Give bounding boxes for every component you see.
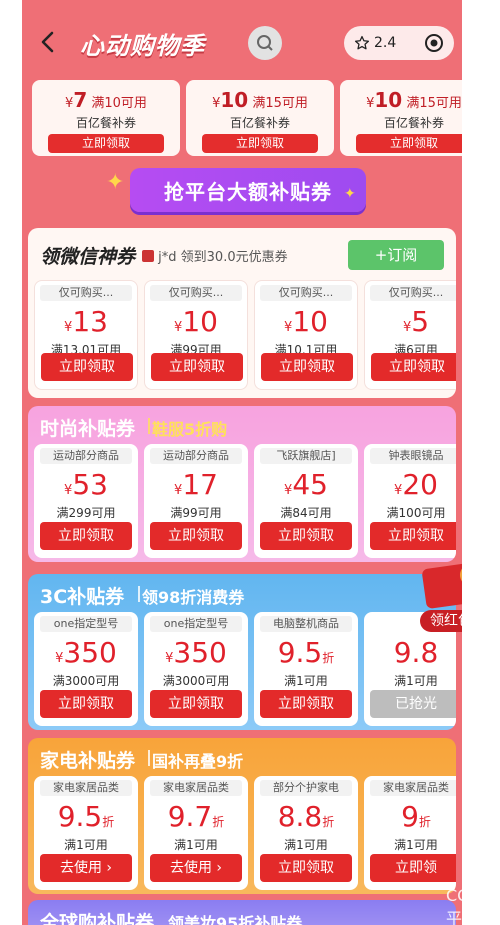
app-screen: 心动购物季 2.4 ¥7 满10可用 百亿餐补券 立即领取 ¥10 满15可用 … — [22, 0, 462, 925]
star-icon[interactable] — [354, 35, 370, 51]
section-subtitle: 鞋服5折购 — [152, 420, 228, 439]
global-subsidy-section: 全球购补贴券 领美妆95折补贴券 — [28, 900, 456, 925]
claim-button[interactable]: 立即领取 — [261, 353, 353, 381]
claim-button[interactable]: 立即领取 — [370, 522, 456, 550]
section-subtitle: 领美妆95折补贴券 — [168, 914, 303, 925]
red-envelope-widget[interactable]: 签 领红包 — [420, 562, 462, 634]
claim-button[interactable]: 立即领取 — [151, 353, 243, 381]
subscribe-button[interactable]: +订阅 — [348, 240, 444, 270]
back-arrow-icon[interactable] — [36, 30, 60, 54]
red-envelope-label: 领红包 — [420, 610, 462, 632]
received-desc: 领到30.0元优惠券 — [180, 250, 288, 265]
wechat-coupon-section: 领微信神券 j*d 领到30.0元优惠券 +订阅 仅可购买... ¥13 满13… — [28, 228, 456, 398]
top-coupon[interactable]: ¥10 满15可用 百亿餐补券 立即领取 — [340, 80, 462, 156]
coupon-card[interactable]: 钟表眼镜品 ¥20 满100可用 立即领取 — [364, 444, 456, 558]
close-target-icon[interactable] — [424, 33, 444, 53]
claim-button[interactable]: 立即领取 — [260, 690, 352, 718]
section-subtitle: 领98折消费券 — [142, 588, 245, 607]
section-subtitle: 国补再叠9折 — [152, 752, 244, 771]
claim-button[interactable]: 立即领取 — [150, 522, 242, 550]
claim-button[interactable]: 立即领取 — [260, 854, 352, 882]
coupon-card[interactable]: 家电家居品类 9折 满1可用 立即领 — [364, 776, 456, 890]
3c-subsidy-section: 3C补贴券 领98折消费券 one指定型号 ¥350 满3000可用 立即领取 … — [28, 574, 456, 730]
mini-program-capsule: 2.4 — [344, 26, 454, 60]
coupon-card[interactable]: 仅可购买... ¥5 满6可用 立即领取 — [364, 280, 456, 390]
user-avatar — [142, 250, 154, 262]
coupon-card[interactable]: 家电家居品类 9.7折 满1可用 去使用 › — [144, 776, 248, 890]
coupon-card[interactable]: 运动部分商品 ¥17 满99可用 立即领取 — [144, 444, 248, 558]
coupon-card[interactable]: 运动部分商品 ¥53 满299可用 立即领取 — [34, 444, 138, 558]
claim-button[interactable]: 立即领取 — [40, 522, 132, 550]
claim-button[interactable]: 立即领取 — [40, 690, 132, 718]
section-title: 家电补贴券 — [40, 750, 136, 772]
top-coupon[interactable]: ¥10 满15可用 百亿餐补券 立即领取 — [186, 80, 334, 156]
section-banner: 抢平台大额补贴券 — [130, 168, 366, 212]
claim-button[interactable]: 立即领取 — [356, 134, 462, 153]
sparkle-icon: ✦ — [106, 170, 125, 195]
claim-button[interactable]: 立即领 — [370, 854, 456, 882]
section-title: 全球购补贴券 — [40, 912, 155, 925]
coupon-card[interactable]: 部分个护家电 8.8折 满1可用 立即领取 — [254, 776, 358, 890]
fashion-subsidy-section: 时尚补贴券 鞋服5折购 运动部分商品 ¥53 满299可用 立即领取 运动部分商… — [28, 406, 456, 562]
coupon-name: 百亿餐补券 — [229, 116, 290, 130]
claim-button[interactable]: 立即领取 — [41, 353, 133, 381]
coupon-card-row: 家电家居品类 9.5折 满1可用 去使用 › 家电家居品类 9.7折 满1可用 … — [34, 776, 456, 894]
use-button[interactable]: 去使用 › — [40, 854, 132, 882]
claim-button[interactable]: 立即领取 — [202, 134, 318, 153]
coupon-card[interactable]: 仅可购买... ¥13 满13.01可用 立即领取 — [34, 280, 138, 390]
coupon-card[interactable]: 仅可购买... ¥10 满10.1可用 立即领取 — [254, 280, 358, 390]
header-bar: 心动购物季 2.4 — [22, 18, 462, 68]
coupon-amount: 10 — [220, 88, 249, 112]
appliance-subsidy-section: 家电补贴券 国补再叠9折 家电家居品类 9.5折 满1可用 去使用 › 家电家居… — [28, 738, 456, 894]
claim-button[interactable]: 立即领取 — [150, 690, 242, 718]
use-button[interactable]: 去使用 › — [150, 854, 242, 882]
sparkle-icon: ✦ — [344, 186, 356, 202]
coupon-name: 百亿餐补券 — [383, 116, 444, 130]
coupon-name: 百亿餐补券 — [75, 116, 136, 130]
claim-button[interactable]: 立即领取 — [260, 522, 352, 550]
user-name: j*d — [158, 250, 177, 265]
rating-text: 2.4 — [374, 35, 397, 51]
coupon-card[interactable]: one指定型号 ¥350 满3000可用 立即领取 — [144, 612, 248, 726]
coupon-card-row: 运动部分商品 ¥53 满299可用 立即领取 运动部分商品 ¥17 满99可用 … — [34, 444, 456, 562]
claim-button[interactable]: 立即领取 — [48, 134, 164, 153]
coupon-amount: 7 — [73, 88, 88, 112]
page-title: 心动购物季 — [80, 32, 205, 60]
section-title: 时尚补贴券 — [40, 418, 136, 440]
watermark: COS平 — [446, 886, 462, 925]
coupon-card[interactable]: 家电家居品类 9.5折 满1可用 去使用 › — [34, 776, 138, 890]
coupon-card[interactable]: 飞跃旗舰店] ¥45 满84可用 立即领取 — [254, 444, 358, 558]
top-coupon-strip: ¥7 满10可用 百亿餐补券 立即领取 ¥10 满15可用 百亿餐补券 立即领取… — [28, 80, 462, 156]
claim-button[interactable]: 立即领取 — [371, 353, 456, 381]
coupon-card[interactable]: 仅可购买... ¥10 满99可用 立即领取 — [144, 280, 248, 390]
search-button[interactable] — [248, 26, 282, 60]
coupon-card-row: 仅可购买... ¥13 满13.01可用 立即领取 仅可购买... ¥10 满9… — [34, 280, 456, 398]
red-envelope-icon — [421, 562, 462, 610]
coupon-card[interactable]: 电脑整机商品 9.5折 满1可用 立即领取 — [254, 612, 358, 726]
top-coupon[interactable]: ¥7 满10可用 百亿餐补券 立即领取 — [32, 80, 180, 156]
coupon-card[interactable]: one指定型号 ¥350 满3000可用 立即领取 — [34, 612, 138, 726]
section-title: 领微信神券 — [40, 246, 136, 268]
coupon-amount: 10 — [374, 88, 403, 112]
search-icon — [257, 35, 273, 51]
section-title: 3C补贴券 — [40, 586, 125, 608]
coupon-card-row: one指定型号 ¥350 满3000可用 立即领取 one指定型号 ¥350 满… — [34, 612, 456, 730]
sold-out-button: 已抢光 — [370, 690, 456, 718]
